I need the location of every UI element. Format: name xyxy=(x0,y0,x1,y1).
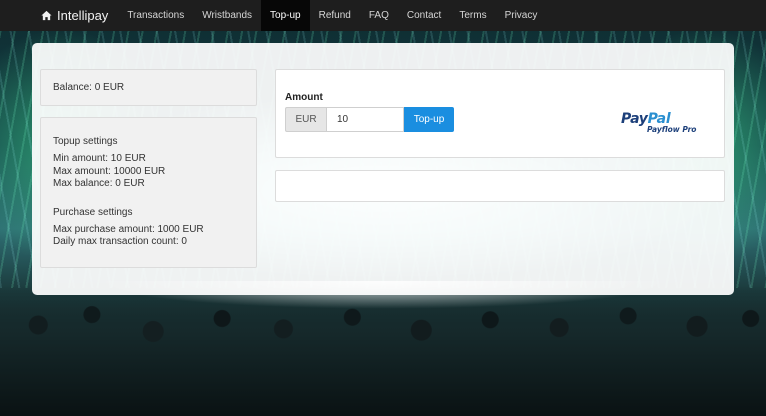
status-panel xyxy=(275,170,725,202)
daily-max-text: Daily max transaction count: 0 xyxy=(53,236,187,247)
nav-item-terms[interactable]: Terms xyxy=(450,0,495,31)
amount-input[interactable] xyxy=(326,107,404,132)
settings-panel: Topup settings Min amount: 10 EUR Max am… xyxy=(40,117,257,268)
max-amount-text: Max amount: 10000 EUR xyxy=(53,165,166,177)
nav-item-privacy[interactable]: Privacy xyxy=(496,0,547,31)
payflow-pro-text: Payflow Pro xyxy=(647,125,697,134)
brand-name: Intellipay xyxy=(57,8,109,23)
top-up-button[interactable]: Top-up xyxy=(404,107,454,132)
max-purchase-text: Max purchase amount: 1000 EUR xyxy=(53,223,204,235)
nav-item-top-up[interactable]: Top-up xyxy=(261,0,310,31)
amount-input-group: EUR Top-up xyxy=(285,107,454,132)
navbar: Intellipay Transactions Wristbands Top-u… xyxy=(0,0,766,31)
amount-label: Amount xyxy=(285,92,323,103)
nav-item-faq[interactable]: FAQ xyxy=(360,0,398,31)
min-amount-text: Min amount: 10 EUR xyxy=(53,153,146,164)
nav-item-transactions[interactable]: Transactions xyxy=(118,0,193,31)
purchase-settings-title: Purchase settings xyxy=(53,206,133,218)
balance-text: Balance: 0 EUR xyxy=(53,82,125,93)
currency-addon: EUR xyxy=(285,107,326,132)
brand-link[interactable]: Intellipay xyxy=(0,0,118,31)
balance-panel: Balance: 0 EUR xyxy=(40,69,257,106)
paypal-payflow-logo: PayPal Payflow Pro xyxy=(621,112,701,138)
nav-item-wristbands[interactable]: Wristbands xyxy=(193,0,261,31)
max-balance-text: Max balance: 0 EUR xyxy=(53,178,145,189)
paypal-pay-text: Pay xyxy=(621,111,648,127)
topup-panel: Amount EUR Top-up PayPal Payflow Pro xyxy=(275,69,725,158)
home-icon xyxy=(41,10,52,21)
nav-item-contact[interactable]: Contact xyxy=(398,0,450,31)
topup-settings-title: Topup settings xyxy=(53,136,118,147)
nav-item-refund[interactable]: Refund xyxy=(310,0,360,31)
